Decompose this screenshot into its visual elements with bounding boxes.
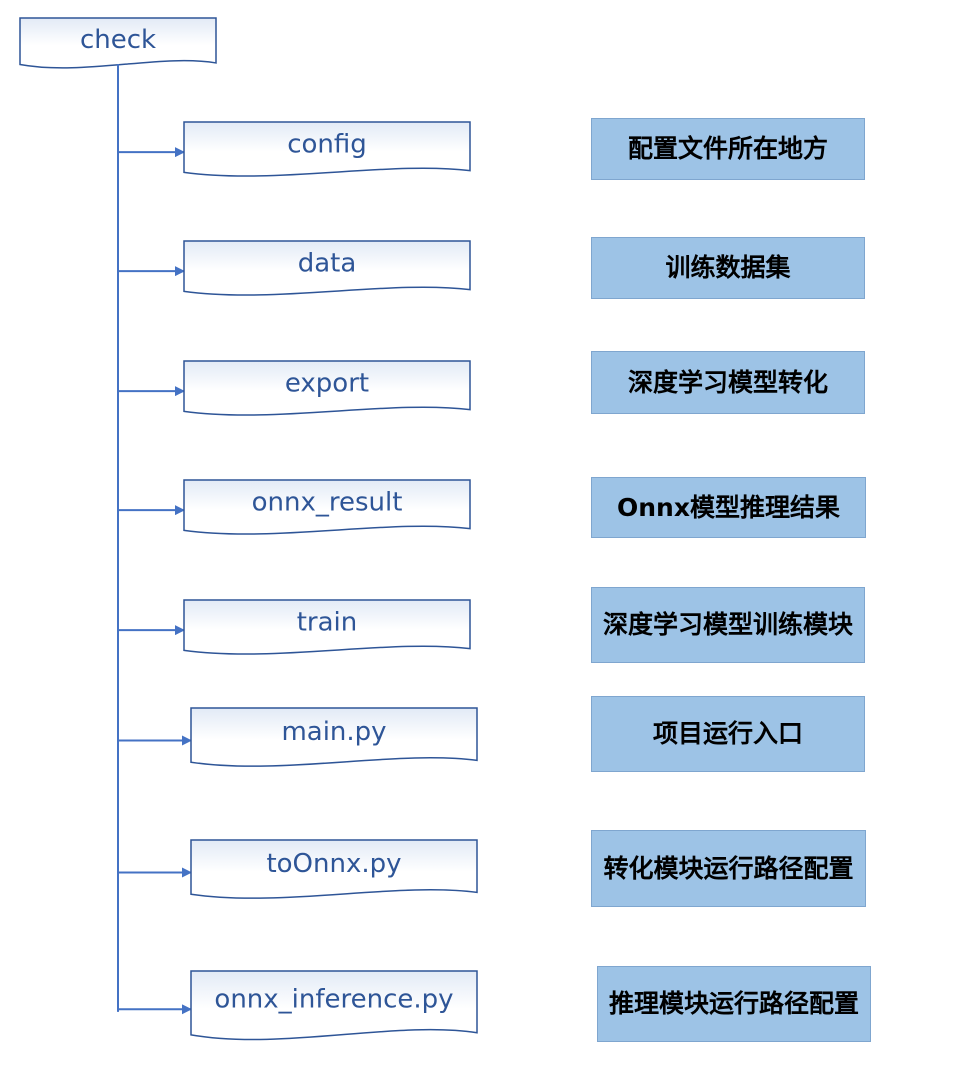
file-node-export: export — [183, 360, 471, 416]
file-node-onnx-result: onnx_result — [183, 479, 471, 535]
file-name-label: export — [285, 368, 369, 398]
description-text: 转化模块运行路径配置 — [603, 853, 854, 883]
description-text: 训练数据集 — [665, 253, 791, 282]
file-node-train: train — [183, 599, 471, 655]
description-box-toonnx-py: 转化模块运行路径配置 — [591, 830, 866, 907]
description-text: 深度学习模型训练模块 — [602, 610, 853, 639]
file-node-data: data — [183, 240, 471, 296]
description-text: 深度学习模型转化 — [627, 367, 828, 397]
description-box-main-py: 项目运行入口 — [591, 696, 865, 772]
description-text: Onnx模型推理结果 — [617, 492, 840, 522]
file-name-label: onnx_inference.py — [214, 985, 453, 1015]
file-node-main-py: main.py — [190, 707, 478, 767]
description-box-train: 深度学习模型训练模块 — [591, 587, 865, 663]
file-name-label: main.py — [281, 717, 386, 747]
file-node-config: config — [183, 121, 471, 177]
description-box-onnx-inference-py: 推理模块运行路径配置 — [597, 966, 871, 1042]
root-label: check — [80, 25, 156, 55]
description-box-data: 训练数据集 — [591, 237, 865, 299]
file-name-label: train — [297, 607, 358, 637]
file-name-label: onnx_result — [252, 487, 403, 517]
description-text: 配置文件所在地方 — [627, 134, 828, 163]
description-text: 项目运行入口 — [652, 719, 803, 748]
file-node-toonnx-py: toOnnx.py — [190, 839, 478, 899]
root-node: check — [19, 17, 217, 69]
description-box-onnx-result: Onnx模型推理结果 — [591, 477, 866, 538]
description-box-config: 配置文件所在地方 — [591, 118, 865, 180]
file-name-label: data — [298, 248, 357, 278]
description-text: 推理模块运行路径配置 — [608, 989, 859, 1018]
file-name-label: toOnnx.py — [266, 849, 401, 879]
file-tree-diagram: check config data export onnx_resulttrain ma… — [0, 0, 964, 1076]
description-box-export: 深度学习模型转化 — [591, 351, 865, 414]
file-name-label: config — [287, 129, 367, 159]
file-node-onnx-inference-py: onnx_inference.py — [190, 970, 478, 1041]
